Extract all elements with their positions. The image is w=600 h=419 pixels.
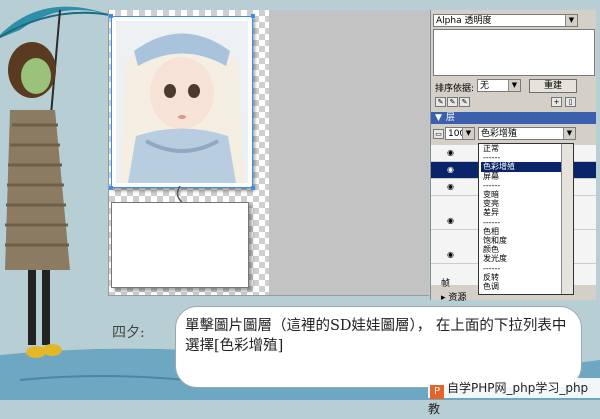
sort-dropdown-value: 无: [480, 81, 490, 91]
doll-image: [116, 21, 248, 183]
sort-dropdown[interactable]: 无 ▼: [477, 79, 521, 92]
preset-list[interactable]: [433, 29, 595, 76]
eye-icon[interactable]: ◉: [447, 165, 454, 174]
blend-mode-menu[interactable]: 正常 ------ 色彩增殖 屏幕 ------ 变暗 变亮 差异 ------ 色相 饱和度 颜色发…: [478, 143, 574, 295]
blend-mode-option[interactable]: 屏幕: [481, 172, 573, 181]
sort-label: 排序依据:: [435, 84, 475, 94]
selection-handle[interactable]: [109, 186, 113, 190]
trash-icon[interactable]: ▯: [565, 97, 576, 107]
chevron-down-icon: ▼: [563, 128, 575, 139]
speaker-name: 四夕:: [112, 325, 145, 341]
blend-mode-option[interactable]: ------: [481, 181, 573, 190]
edit-icon[interactable]: ✎: [459, 97, 470, 107]
rebuild-button[interactable]: 重建: [529, 79, 577, 93]
alpha-dropdown[interactable]: Alpha 透明度 ▼: [433, 14, 578, 27]
blend-mode-value: 色彩增殖: [481, 129, 518, 139]
site-watermark: P 自学PHP网_php学习_php教: [428, 378, 600, 416]
blend-mode-items: 正常 ------ 色彩增殖 屏幕 ------ 变暗 变亮 差异 ------ 色相 饱和度 颜色发…: [479, 144, 573, 294]
selection-handle[interactable]: [251, 14, 255, 18]
rebuild-button-label: 重建: [543, 81, 562, 91]
blend-mode-option[interactable]: 色彩增殖: [481, 162, 573, 172]
blend-mode-option[interactable]: 反转: [481, 273, 573, 282]
chevron-down-icon: ▼: [508, 80, 520, 91]
selection-handle[interactable]: [251, 186, 255, 190]
collapse-arrow-icon: ▼: [435, 113, 442, 123]
add-icon[interactable]: +: [551, 97, 562, 107]
alpha-dropdown-value: Alpha 透明度: [436, 16, 492, 26]
blend-mode-dropdown[interactable]: 色彩增殖 ▼: [478, 127, 576, 140]
layers-panel: Alpha 透明度 ▼ 排序依据: 无 ▼ 重建 ✎ ✎ ✎ + ▯ ▼ 层 ▭ …: [430, 10, 596, 303]
site-logo-icon: P: [430, 385, 444, 399]
scrollbar[interactable]: [561, 144, 573, 294]
selection-handle[interactable]: [109, 14, 113, 18]
doll-photo-layer[interactable]: [109, 14, 255, 190]
frame-label: 帧: [441, 279, 451, 289]
opacity-field[interactable]: 100 ▼: [445, 127, 475, 140]
blend-mode-option[interactable]: ------: [481, 264, 573, 273]
blank-layer-card[interactable]: [111, 202, 249, 288]
eye-icon[interactable]: ◉: [447, 216, 454, 225]
blend-mode-option[interactable]: 色相: [481, 227, 573, 236]
chevron-down-icon: ▼: [462, 128, 474, 139]
blend-mode-option[interactable]: 色调: [481, 282, 573, 291]
edit-icon[interactable]: ✎: [447, 97, 458, 107]
blend-mode-option[interactable]: ------: [481, 291, 573, 294]
blend-mode-option[interactable]: 变暗: [481, 190, 573, 199]
instruction-text: 單擊圖片圖層（這裡的SD娃娃圖層）， 在上面的下拉列表中選擇[色彩增殖]: [185, 318, 567, 354]
blend-mode-option[interactable]: 饱和度: [481, 236, 573, 245]
eye-icon[interactable]: ◉: [447, 148, 454, 157]
eye-icon[interactable]: ◉: [447, 182, 454, 191]
blend-mode-option[interactable]: 正常: [481, 144, 573, 153]
chevron-down-icon: ▼: [565, 15, 577, 26]
opacity-icon: ▭: [433, 129, 444, 139]
layers-title-bar[interactable]: ▼ 层: [431, 112, 596, 124]
eye-icon[interactable]: ◉: [447, 250, 454, 259]
edit-icon[interactable]: ✎: [435, 97, 446, 107]
history-label[interactable]: ▸ 资源: [441, 290, 466, 303]
document-canvas[interactable]: [108, 10, 429, 296]
blend-mode-option[interactable]: 差异: [481, 208, 573, 217]
blend-mode-option[interactable]: 发光度: [481, 254, 573, 263]
layers-title: 层: [445, 113, 455, 123]
blend-mode-option[interactable]: ------: [481, 218, 573, 227]
